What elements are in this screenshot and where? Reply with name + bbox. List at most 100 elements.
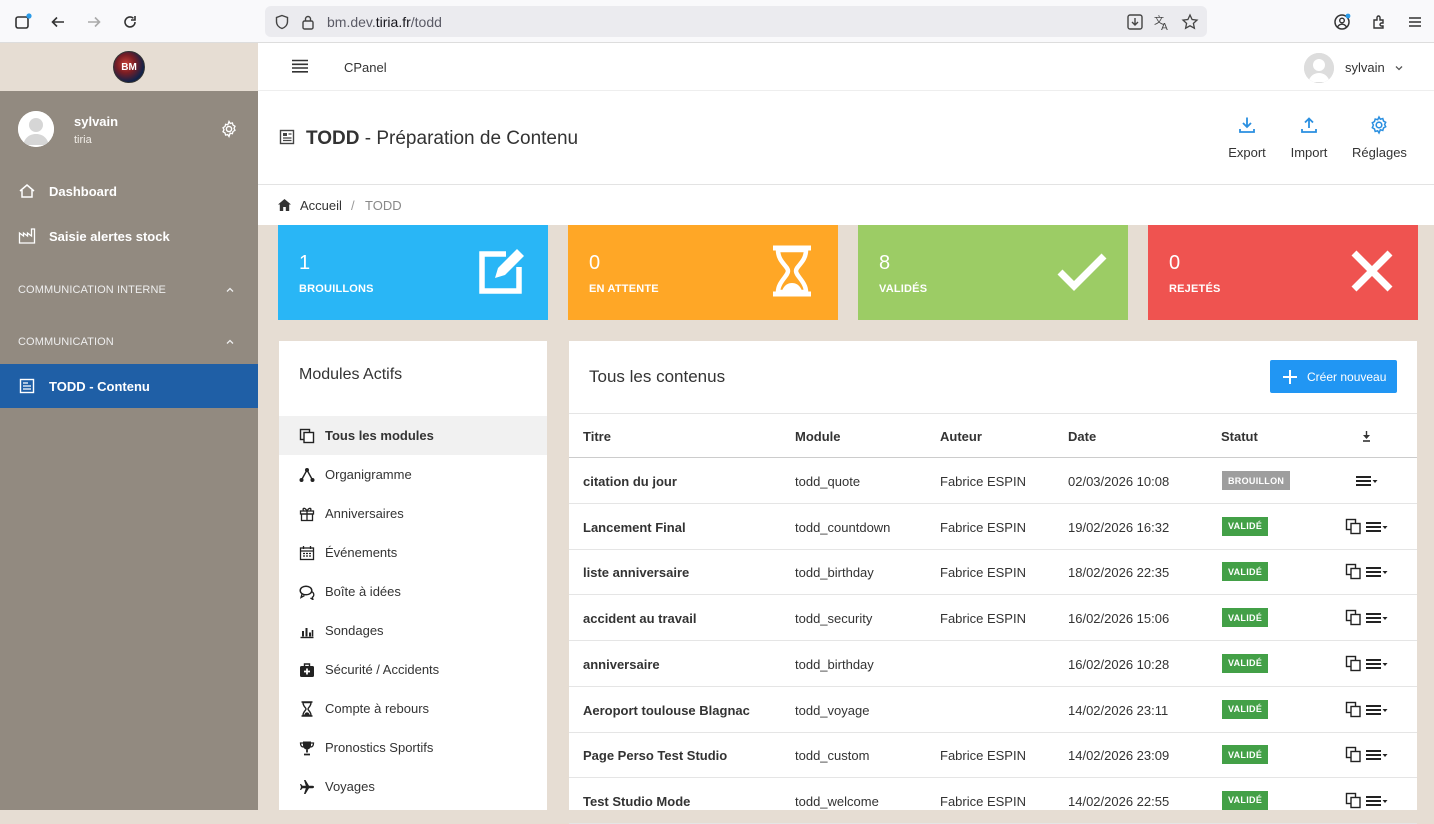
gear-icon[interactable]: [220, 120, 240, 140]
tab-overview-icon[interactable]: [12, 11, 34, 33]
hourglass-icon: [766, 245, 818, 297]
app-logo[interactable]: BM: [113, 51, 145, 83]
duplicate-icon[interactable]: [1345, 655, 1362, 675]
cell-titre[interactable]: Test Studio Mode: [583, 794, 690, 809]
cell-date: 14/02/2026 22:55: [1068, 793, 1170, 809]
status-badge: VALIDÉ: [1222, 699, 1269, 719]
import-button[interactable]: Import: [1289, 115, 1329, 160]
duplicate-icon[interactable]: [1345, 563, 1362, 583]
actions-menu-icon[interactable]: [1365, 520, 1389, 540]
home-icon[interactable]: [278, 199, 291, 211]
table-row[interactable]: Test Studio Mode todd_welcome Fabrice ESPI…: [569, 778, 1417, 824]
back-arrow-icon[interactable]: [47, 11, 69, 33]
actions-menu-icon[interactable]: [1365, 748, 1389, 768]
module-item[interactable]: Boîte à idées: [279, 572, 547, 611]
avatar[interactable]: [1304, 53, 1334, 83]
sidebar-item-dashboard[interactable]: Dashboard: [0, 169, 258, 213]
cell-date: 19/02/2026 16:32: [1068, 519, 1170, 535]
actions-menu-icon[interactable]: [1355, 474, 1379, 494]
cell-date: 14/02/2026 23:11: [1068, 702, 1169, 718]
shield-icon[interactable]: [274, 14, 290, 30]
bookmark-star-icon[interactable]: [1181, 13, 1199, 31]
stat-card-rejected[interactable]: 0 REJETÉS: [1148, 225, 1418, 320]
account-icon[interactable]: [1331, 11, 1353, 33]
column-header-date[interactable]: Date: [1068, 429, 1096, 444]
cell-titre[interactable]: accident au travail: [583, 611, 696, 626]
reload-icon[interactable]: [119, 11, 141, 33]
module-item[interactable]: Organigramme: [279, 455, 547, 494]
gift-icon: [299, 506, 315, 522]
module-item[interactable]: Tous les modules: [279, 416, 547, 455]
duplicate-icon[interactable]: [1345, 701, 1362, 721]
cpanel-link[interactable]: CPanel: [344, 60, 387, 75]
sidebar-section-communication[interactable]: COMMUNICATION: [0, 327, 258, 357]
topbar-username[interactable]: sylvain: [1345, 60, 1385, 75]
lock-icon[interactable]: [301, 14, 315, 30]
stat-card-validated[interactable]: 8 VALIDÉS: [858, 225, 1128, 320]
stat-card-drafts[interactable]: 1 BROUILLONS: [278, 225, 548, 320]
cell-titre[interactable]: Page Perso Test Studio: [583, 748, 727, 763]
cell-date: 14/02/2026 23:09: [1068, 748, 1170, 764]
plus-icon: [1283, 369, 1297, 384]
module-item[interactable]: Anniversaires: [279, 494, 547, 533]
sort-down-icon[interactable]: [1361, 430, 1372, 443]
bar-chart-icon: [299, 623, 315, 639]
duplicate-icon[interactable]: [1345, 746, 1362, 766]
sidebar-item-stock-alerts[interactable]: Saisie alertes stock: [0, 214, 258, 258]
actions-menu-icon[interactable]: [1365, 611, 1389, 631]
cell-titre[interactable]: Aeroport toulouse Blagnac: [583, 703, 750, 718]
cell-date: 18/02/2026 22:35: [1068, 565, 1170, 581]
section-label: COMMUNICATION INTERNE: [18, 284, 166, 296]
table-row[interactable]: liste anniversaire todd_birthday Fabrice E…: [569, 549, 1417, 596]
duplicate-icon[interactable]: [1345, 609, 1362, 629]
extensions-icon[interactable]: [1368, 11, 1390, 33]
column-header-titre[interactable]: Titre: [583, 429, 611, 444]
actions-menu-icon[interactable]: [1365, 565, 1389, 585]
actions-menu-icon[interactable]: [1365, 794, 1389, 814]
module-item[interactable]: Voyages: [279, 767, 547, 806]
table-row[interactable]: anniversaire todd_birthday 16/02/2026 10:2…: [569, 641, 1417, 687]
address-bar[interactable]: bm.dev.tiria.fr/todd 文A: [265, 6, 1207, 37]
actions-menu-icon[interactable]: [1365, 703, 1389, 723]
stat-card-pending[interactable]: 0 EN ATTENTE: [568, 225, 838, 320]
module-item[interactable]: Sondages: [279, 611, 547, 650]
chevron-down-icon[interactable]: [1394, 63, 1404, 73]
sidebar-section-communication-interne[interactable]: COMMUNICATION INTERNE: [0, 275, 258, 305]
translate-icon[interactable]: 文A: [1153, 13, 1171, 31]
module-item[interactable]: Compte à rebours: [279, 689, 547, 728]
cell-titre[interactable]: liste anniversaire: [583, 565, 689, 580]
menu-icon[interactable]: [1404, 11, 1426, 33]
download-page-icon[interactable]: [1126, 13, 1144, 31]
hamburger-icon[interactable]: [291, 57, 309, 75]
module-item[interactable]: Sécurité / Accidents: [279, 650, 547, 689]
export-button[interactable]: Export: [1228, 115, 1266, 160]
sidebar-item-todd-contenu[interactable]: TODD - Contenu: [0, 364, 258, 408]
sidebar: BM sylvain tiria Dashboard Saisie alerte…: [0, 43, 258, 810]
duplicate-icon[interactable]: [1345, 792, 1362, 812]
module-item[interactable]: Pronostics Sportifs: [279, 728, 547, 767]
cell-titre[interactable]: Lancement Final: [583, 520, 686, 535]
forward-arrow-icon[interactable]: [83, 11, 105, 33]
column-header-statut[interactable]: Statut: [1221, 429, 1258, 444]
table-row[interactable]: accident au travail todd_security Fabrice …: [569, 595, 1417, 642]
create-new-label: Créer nouveau: [1307, 369, 1387, 384]
home-icon: [18, 182, 36, 200]
cell-titre[interactable]: anniversaire: [583, 657, 660, 672]
module-item[interactable]: Événements: [279, 533, 547, 572]
breadcrumb-home-link[interactable]: Accueil: [300, 198, 342, 213]
table-row[interactable]: Lancement Final todd_countdown Fabrice ESP…: [569, 504, 1417, 550]
actions-menu-icon[interactable]: [1365, 657, 1389, 677]
sidebar-user-panel: sylvain tiria: [0, 91, 258, 175]
module-label: Tous les modules: [325, 428, 434, 443]
cell-titre[interactable]: citation du jour: [583, 474, 677, 489]
column-header-module[interactable]: Module: [795, 429, 841, 444]
section-label: COMMUNICATION: [18, 336, 114, 348]
settings-button[interactable]: Réglages: [1352, 115, 1407, 160]
column-header-auteur[interactable]: Auteur: [940, 429, 982, 444]
table-row[interactable]: citation du jour todd_quote Fabrice ESPIN 0…: [569, 458, 1417, 504]
table-row[interactable]: Aeroport toulouse Blagnac todd_voyage 14/0…: [569, 687, 1417, 733]
table-row[interactable]: Page Perso Test Studio todd_custom Fabrice…: [569, 732, 1417, 779]
url-text[interactable]: bm.dev.tiria.fr/todd: [327, 14, 442, 30]
create-new-button[interactable]: Créer nouveau: [1270, 360, 1397, 393]
duplicate-icon[interactable]: [1345, 518, 1362, 538]
